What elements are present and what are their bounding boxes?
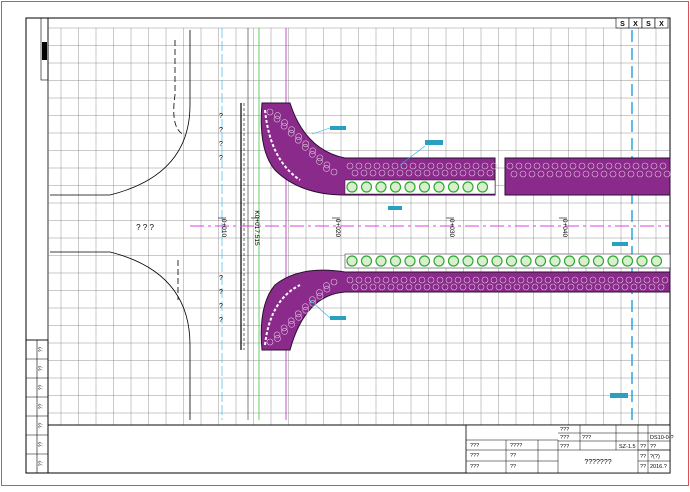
shrub-lower bbox=[418, 255, 431, 267]
left-strip-label: ?? bbox=[39, 366, 45, 372]
station-label: 0+020 bbox=[334, 219, 341, 238]
road-edges bbox=[50, 30, 191, 420]
road-edge-upper-left bbox=[50, 30, 191, 196]
label-tag-2 bbox=[425, 140, 443, 145]
left-label: ? ? ? bbox=[136, 223, 154, 232]
shrub-lower bbox=[621, 255, 634, 267]
left-strip bbox=[40, 17, 49, 81]
title-block-cell: ?? bbox=[640, 444, 646, 450]
station-labels: 0+010 K0+017.515 0+020 0+030 0+040 bbox=[218, 210, 568, 246]
drawing-canvas: S X S X ? ? ? ???????? 0+010 K0+017.515 0+0… bbox=[1, 1, 689, 486]
leader-5 bbox=[309, 299, 331, 319]
question-mark: ? bbox=[219, 113, 223, 120]
drawing-title: ??????? bbox=[584, 459, 611, 466]
question-mark: ? bbox=[219, 275, 223, 282]
shrub-lower bbox=[346, 255, 358, 267]
shrub-lower bbox=[360, 255, 373, 267]
road-edge-lower-left bbox=[50, 251, 191, 420]
planting-dots bbox=[266, 108, 671, 346]
title-block-cell: ??? bbox=[560, 427, 569, 433]
drawing-frame bbox=[25, 17, 671, 474]
title-block-cell: ?(?) bbox=[650, 454, 660, 460]
title-block-cell: ??? bbox=[560, 444, 569, 450]
title-block-cell: ??? bbox=[470, 453, 479, 459]
shrub-lower bbox=[607, 255, 619, 267]
shrub-lower bbox=[578, 255, 590, 267]
label-tag-3 bbox=[388, 206, 402, 210]
title-block-cell: ?? bbox=[640, 464, 646, 470]
shrub-upper bbox=[375, 181, 387, 193]
title-block-cell: 2016.? bbox=[650, 464, 667, 470]
shrub-upper bbox=[476, 181, 489, 193]
question-mark: ? bbox=[219, 289, 223, 296]
cad-drawing-sheet: S X S X ? ? ? ????? ? ? ? 0+010 K0+017.515 … bbox=[0, 0, 690, 487]
shrub-lower bbox=[520, 255, 532, 267]
station-label: 0+010 bbox=[220, 219, 227, 238]
shrub-upper bbox=[433, 181, 445, 193]
left-strip-label: ?? bbox=[39, 404, 45, 410]
planting-areas bbox=[260, 102, 671, 351]
shrub-lower bbox=[375, 255, 387, 267]
shrub-upper bbox=[447, 181, 460, 193]
title-block-cell: ??? bbox=[560, 435, 569, 441]
label-tag-5 bbox=[330, 316, 346, 320]
shrub-lower bbox=[534, 255, 547, 267]
shrub-lower bbox=[462, 255, 474, 267]
shrub-upper bbox=[462, 181, 474, 193]
question-mark: ? bbox=[219, 155, 223, 162]
shrub-lower bbox=[563, 255, 576, 267]
header-cell-label: X bbox=[659, 21, 664, 28]
shrub-lower bbox=[636, 255, 648, 267]
shrub-upper bbox=[360, 181, 373, 193]
shrub-lower bbox=[476, 255, 489, 267]
title-block-cell: SZ-1.5 bbox=[619, 444, 636, 450]
shrub-lower bbox=[592, 255, 605, 267]
shrub-lower bbox=[433, 255, 445, 267]
title-block-cell: ?? bbox=[510, 464, 516, 470]
left-strip-label: ?? bbox=[39, 442, 45, 448]
left-bottom-strip: ?????????????? bbox=[25, 339, 49, 474]
title-block-cell: ?? bbox=[510, 453, 516, 459]
title-block-cell: ?? bbox=[650, 444, 656, 450]
station-label: K0+017.515 bbox=[253, 210, 260, 246]
question-mark: ? bbox=[219, 317, 223, 324]
shrub-upper bbox=[418, 181, 431, 193]
header-cells: SXSX bbox=[615, 17, 669, 29]
header-cell-label: S bbox=[646, 21, 651, 28]
shrub-lower bbox=[404, 255, 416, 267]
shrub-lower bbox=[389, 255, 402, 267]
station-label: 0+040 bbox=[561, 219, 568, 238]
station-label: 0+030 bbox=[448, 219, 455, 238]
shrub-lower bbox=[447, 255, 460, 267]
label-tag-1 bbox=[330, 126, 346, 130]
left-strip-label: ?? bbox=[39, 347, 45, 353]
title-block-cell: DS10-0-? bbox=[650, 435, 674, 441]
title-block-cell: ??? bbox=[470, 443, 479, 449]
question-mark: ? bbox=[219, 141, 223, 148]
title-block-cell: ??? bbox=[470, 464, 479, 470]
header-cell-label: S bbox=[620, 21, 625, 28]
shrub-lower bbox=[505, 255, 518, 267]
left-strip-label: ?? bbox=[39, 461, 45, 467]
question-mark: ? bbox=[219, 303, 223, 310]
shrub-lower bbox=[491, 255, 503, 267]
shrub-upper bbox=[346, 181, 358, 193]
question-mark: ? bbox=[219, 127, 223, 134]
strip-marker bbox=[42, 42, 47, 60]
title-block-cell: ???? bbox=[510, 443, 522, 449]
title-block: ????????????????????????????? SZ-1.5DS10-… bbox=[465, 424, 674, 474]
header-cell-label: X bbox=[633, 21, 638, 28]
shrub-lower bbox=[650, 255, 663, 267]
shrub-lower bbox=[549, 255, 561, 267]
label-tag-6 bbox=[610, 393, 628, 398]
label-tag-4 bbox=[612, 242, 628, 246]
left-strip-label: ?? bbox=[39, 385, 45, 391]
shrub-upper bbox=[389, 181, 402, 193]
shrub-upper bbox=[404, 181, 416, 193]
title-block-cell: ?? bbox=[640, 454, 646, 460]
map-area-frame bbox=[47, 17, 671, 426]
title-block-cell: ??? bbox=[582, 435, 591, 441]
left-strip-label: ?? bbox=[39, 423, 45, 429]
